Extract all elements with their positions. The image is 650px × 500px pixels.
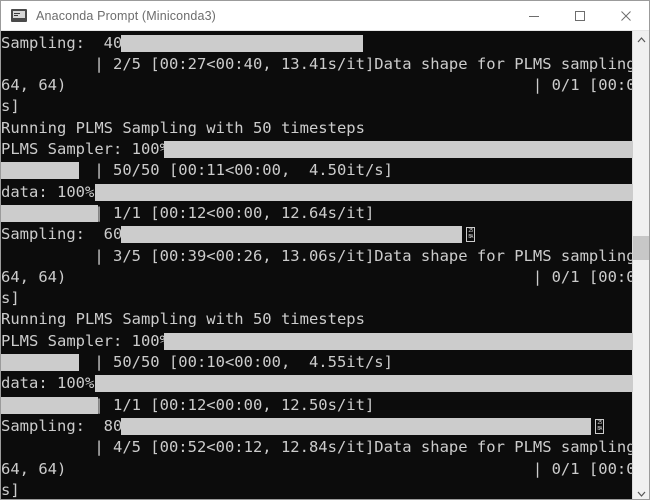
- terminal-line: | 2/5 [00:27<00:40, 13.41s/it]Data shape…: [94, 54, 633, 73]
- progress-bar-fill: [164, 332, 633, 350]
- minimize-icon: [529, 15, 539, 17]
- chevron-up-icon: [637, 36, 645, 42]
- terminal-line: | 1/1 [00:12<00:00, 12.50s/it]: [1, 395, 375, 414]
- maximize-button[interactable]: [557, 1, 603, 30]
- missing-glyph-box: 25 BA: [466, 227, 475, 243]
- progress-bar-fill: [121, 226, 462, 244]
- progress-bar-fill: [164, 141, 633, 158]
- terminal-screen[interactable]: Sampling: 40%| | 2/5 [00:27<00:40, 13.41…: [1, 31, 633, 499]
- terminal-line: s]: [1, 97, 20, 116]
- scrollbar-down-button[interactable]: [633, 485, 649, 499]
- terminal-scrollbar[interactable]: [632, 31, 649, 499]
- scrollbar-thumb[interactable]: [633, 236, 649, 260]
- terminal-line: | 3/5 [00:39<00:26, 13.06s/it]Data shape…: [94, 246, 633, 265]
- chevron-down-icon: [637, 491, 645, 497]
- terminal-area[interactable]: Sampling: 40%| | 2/5 [00:27<00:40, 13.41…: [1, 31, 649, 499]
- scrollbar-up-button[interactable]: [633, 31, 649, 48]
- terminal-line: s]: [1, 289, 20, 308]
- minimize-button[interactable]: [511, 1, 557, 30]
- terminal-line: Running PLMS Sampling with 50 timesteps: [1, 310, 365, 329]
- window-title: Anaconda Prompt (Miniconda3): [36, 8, 216, 23]
- window-controls: [511, 1, 649, 30]
- progress-bar-fill: [121, 417, 591, 435]
- progress-bar-fill: [121, 34, 363, 52]
- close-button[interactable]: [603, 1, 649, 30]
- terminal-line: Running PLMS Sampling with 50 timesteps: [1, 118, 365, 137]
- close-icon: [621, 10, 631, 21]
- terminal-line: | 4/5 [00:52<00:12, 12.84s/it]Data shape…: [94, 438, 633, 457]
- maximize-icon: [575, 10, 585, 21]
- missing-glyph-box: 25 BA: [595, 418, 604, 434]
- terminal-line: 64, 64) | 0/1 [00:00<?, ?it/: [1, 459, 633, 478]
- terminal-line: | 50/50 [00:11<00:00, 4.50it/s]: [1, 161, 393, 180]
- terminal-line: s]: [1, 480, 20, 499]
- terminal-line: 64, 64) | 0/1 [00:00<?, ?it/: [1, 76, 633, 95]
- titlebar[interactable]: Anaconda Prompt (Miniconda3): [1, 1, 649, 31]
- progress-bar-fill: [95, 375, 633, 393]
- progress-bar-fill: [95, 183, 633, 201]
- console-window: Anaconda Prompt (Miniconda3) Sampling: 4…: [0, 0, 650, 500]
- console-icon: [11, 8, 27, 24]
- terminal-line: | 50/50 [00:10<00:00, 4.55it/s]: [1, 353, 393, 371]
- terminal-line: | 1/1 [00:12<00:00, 12.64s/it]: [1, 203, 375, 222]
- terminal-line: 64, 64) | 0/1 [00:00<?, ?it/: [1, 267, 633, 286]
